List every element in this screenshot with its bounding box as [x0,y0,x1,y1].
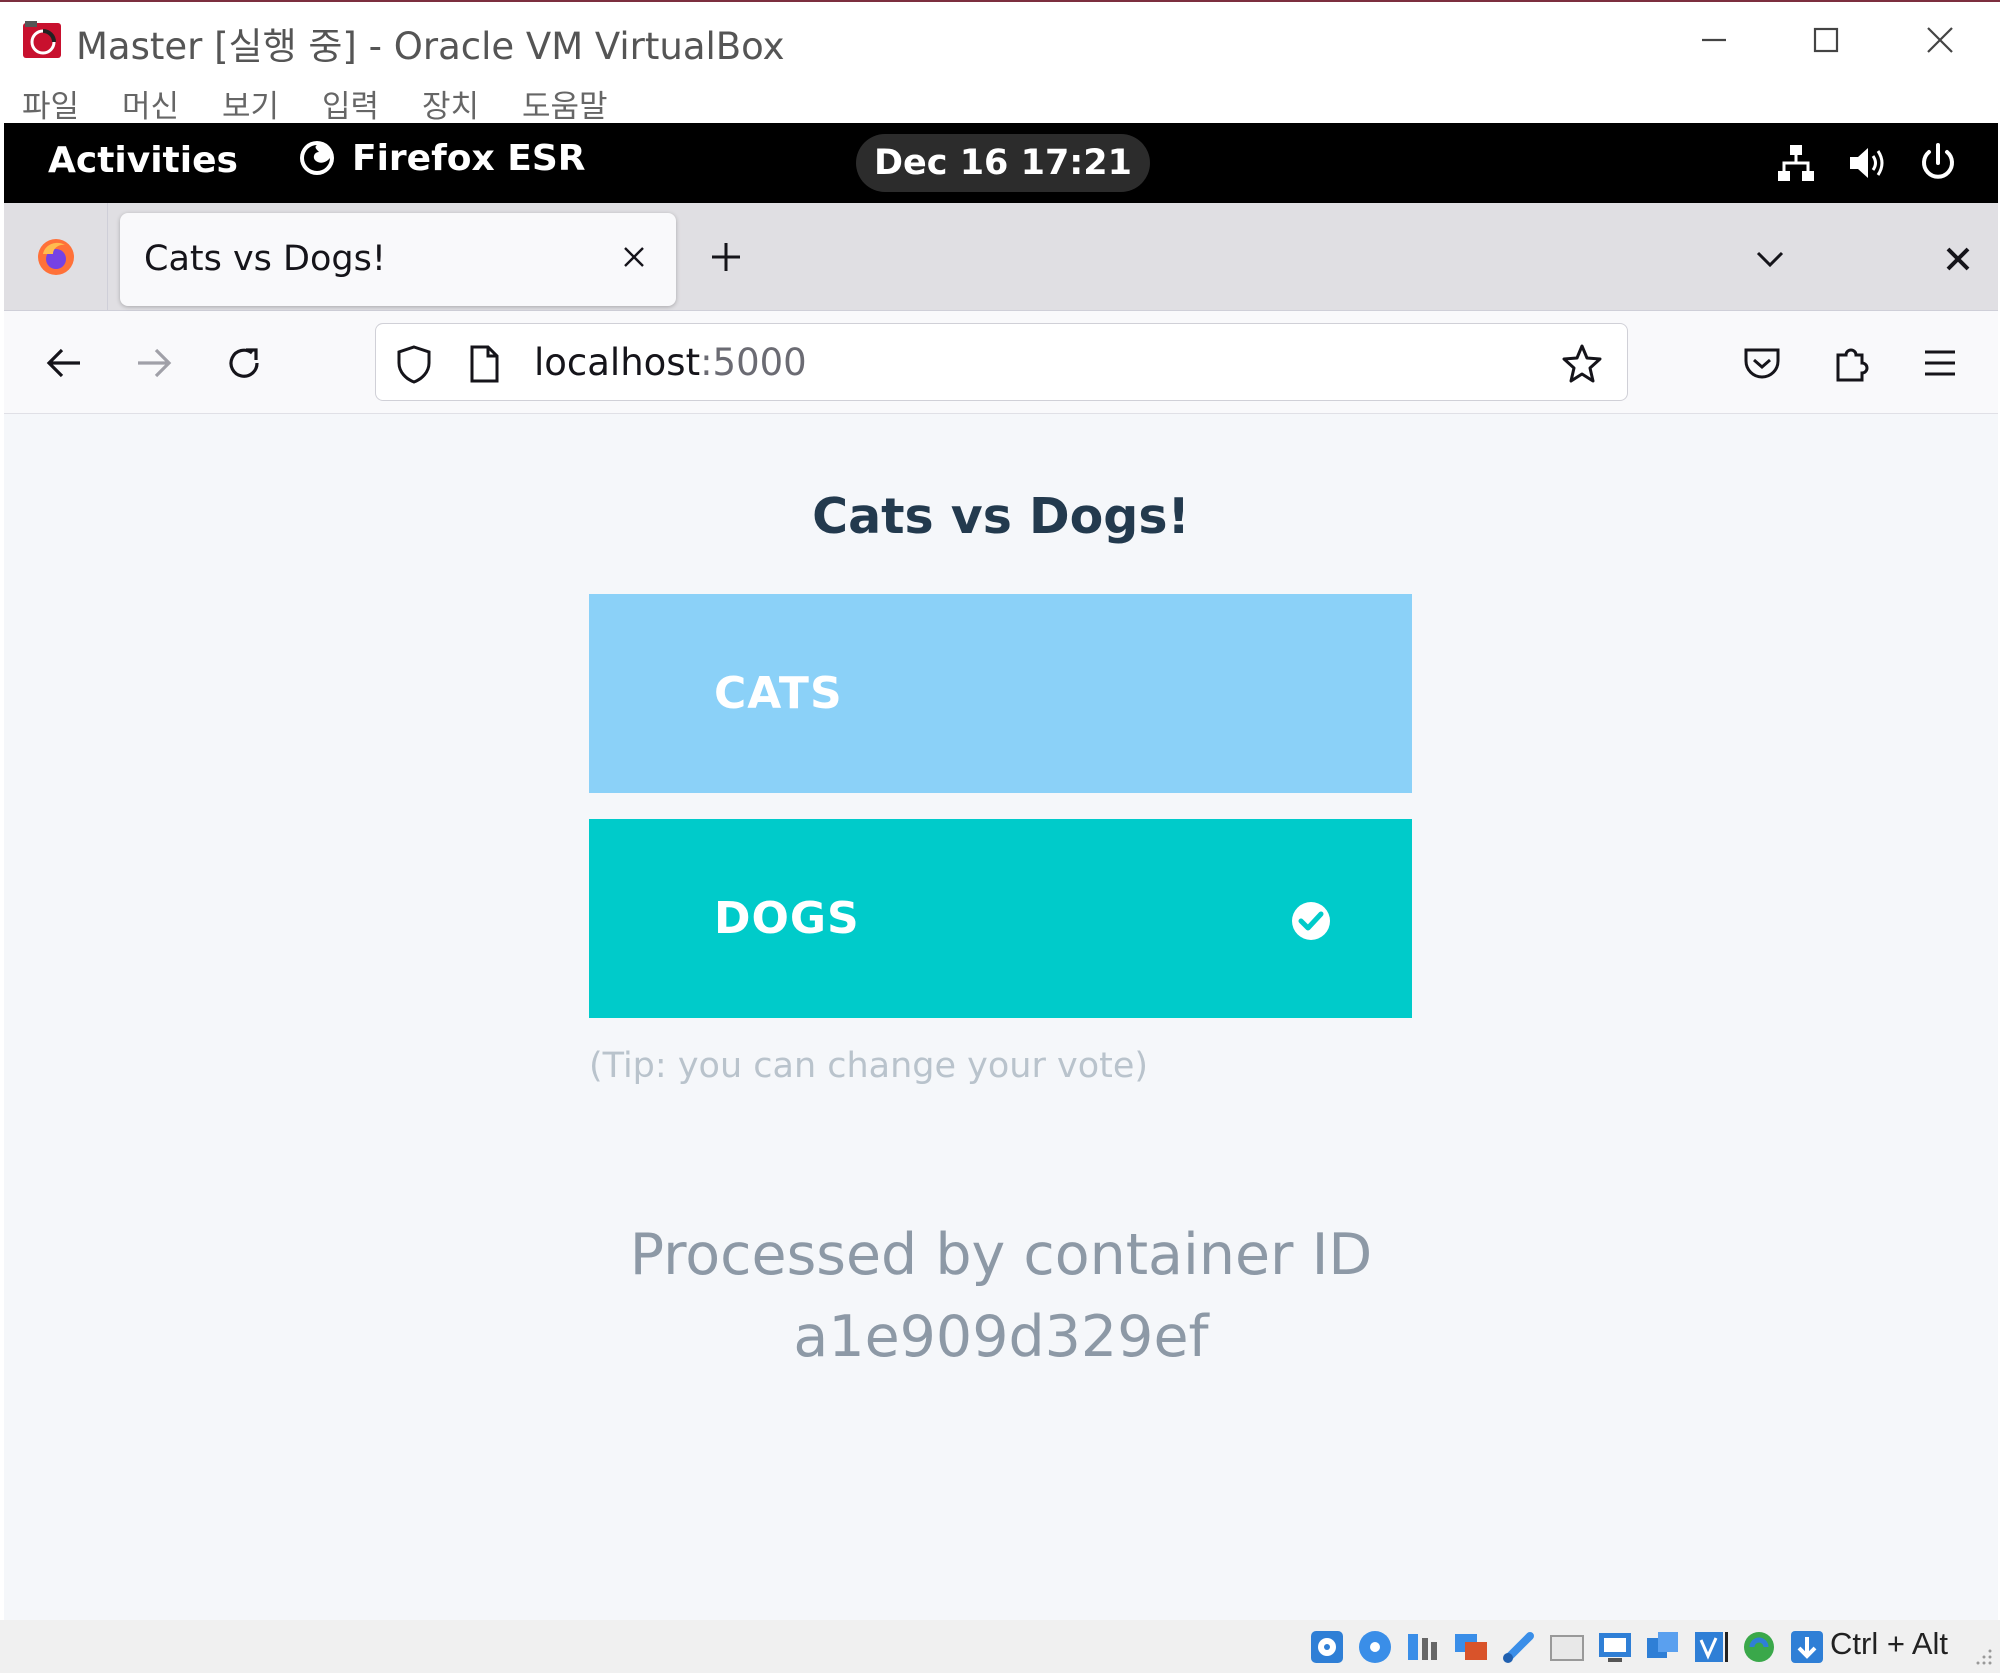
hard-disk-icon[interactable] [1308,1628,1346,1666]
gnome-top-bar: Activities Firefox ESR Dec 16 17:21 [4,123,1998,203]
menu-machine[interactable]: 머신 [122,81,179,126]
recording-icon[interactable] [1644,1628,1682,1666]
vote-dogs-label: DOGS [714,893,860,944]
firefox-logo-icon [37,239,74,275]
firefox-app-icon [300,141,334,175]
app-menu-label: Firefox ESR [352,137,586,179]
cpu-icon[interactable] [1740,1628,1778,1666]
firefox-view-button[interactable] [4,203,108,311]
optical-drive-icon[interactable] [1356,1628,1394,1666]
close-tab-button[interactable] [614,237,654,277]
check-circle-icon [1292,902,1330,940]
menu-input[interactable]: 입력 [322,81,379,126]
back-button[interactable] [38,337,90,389]
vbox-title-bar: Master [실행 중] - Oracle VM VirtualBox [0,0,2000,77]
address-bar[interactable]: localhost:5000 [375,323,1628,401]
menu-devices[interactable]: 장치 [422,81,479,126]
vote-cats-label: CATS [714,668,843,719]
close-icon [624,247,644,267]
extensions-button[interactable] [1826,337,1878,389]
display-icon[interactable] [1596,1628,1634,1666]
bookmark-star-icon[interactable] [1560,342,1604,386]
maximize-button[interactable] [1786,12,1866,68]
hamburger-menu-icon [1925,350,1955,376]
tab-title: Cats vs Dogs! [144,239,386,279]
tip-text: (Tip: you can change your vote) [589,1046,1149,1086]
vote-dogs-button[interactable]: DOGS [589,819,1412,1018]
list-all-tabs-button[interactable] [1748,237,1792,281]
pocket-button[interactable] [1736,337,1788,389]
window-title: Master [실행 중] - Oracle VM VirtualBox [76,25,785,68]
menu-view[interactable]: 보기 [222,81,279,126]
shared-folders-icon[interactable] [1548,1628,1586,1666]
audio-icon[interactable] [1404,1628,1442,1666]
container-info: Processed by container ID a1e909d329ef [4,1214,1998,1378]
minimize-button[interactable] [1674,12,1754,68]
vbox-status-bar: Ctrl + Alt [0,1620,2000,1673]
reload-icon [229,348,259,378]
puzzle-icon [1836,348,1869,382]
vbox-menu-bar: 파일 머신 보기 입력 장치 도움말 [0,77,2000,126]
close-window-button[interactable] [1900,12,1980,68]
tab-cats-vs-dogs[interactable]: Cats vs Dogs! [120,213,676,306]
forward-button[interactable] [128,337,180,389]
arrow-left-icon [46,348,80,378]
vote-cats-button[interactable]: CATS [589,594,1412,793]
url-host: localhost [534,341,701,384]
network-icon[interactable] [1774,141,1818,185]
new-tab-button[interactable] [704,235,748,279]
tab-strip: Cats vs Dogs! [4,203,1998,311]
shield-icon[interactable] [392,342,436,386]
app-menu[interactable]: Firefox ESR [296,137,586,179]
volume-icon[interactable] [1844,141,1888,185]
container-id: a1e909d329ef [793,1304,1209,1370]
reload-button[interactable] [218,337,270,389]
url-port: :5000 [700,341,807,384]
arrow-right-icon [138,348,172,378]
processed-label: Processed by container ID [629,1222,1373,1288]
menu-help[interactable]: 도움말 [522,81,608,126]
url-text[interactable]: localhost:5000 [534,341,807,384]
pocket-icon [1744,348,1780,379]
virtualbox-logo-icon [23,21,61,58]
host-key-label: Ctrl + Alt [1830,1626,1949,1661]
firefox-close-icon[interactable] [1938,239,1978,279]
page-title: Cats vs Dogs! [812,488,1190,545]
web-page-content: Cats vs Dogs! CATS DOGS (Tip: you can ch… [4,414,1998,1620]
navigation-toolbar: localhost:5000 [4,311,1998,414]
usb-icon[interactable] [1500,1628,1538,1666]
resize-grip-icon[interactable] [1974,1647,1994,1667]
keyboard-capture-icon[interactable] [1788,1628,1826,1666]
activities-button[interactable]: Activities [48,140,238,181]
menu-file[interactable]: 파일 [22,81,79,126]
clock-button[interactable]: Dec 16 17:21 [856,134,1150,192]
network-adapter-icon[interactable] [1452,1628,1490,1666]
app-menu-button[interactable] [1914,337,1966,389]
vm-icon[interactable] [1692,1628,1730,1666]
page-icon[interactable] [462,342,506,386]
power-icon[interactable] [1916,141,1960,185]
